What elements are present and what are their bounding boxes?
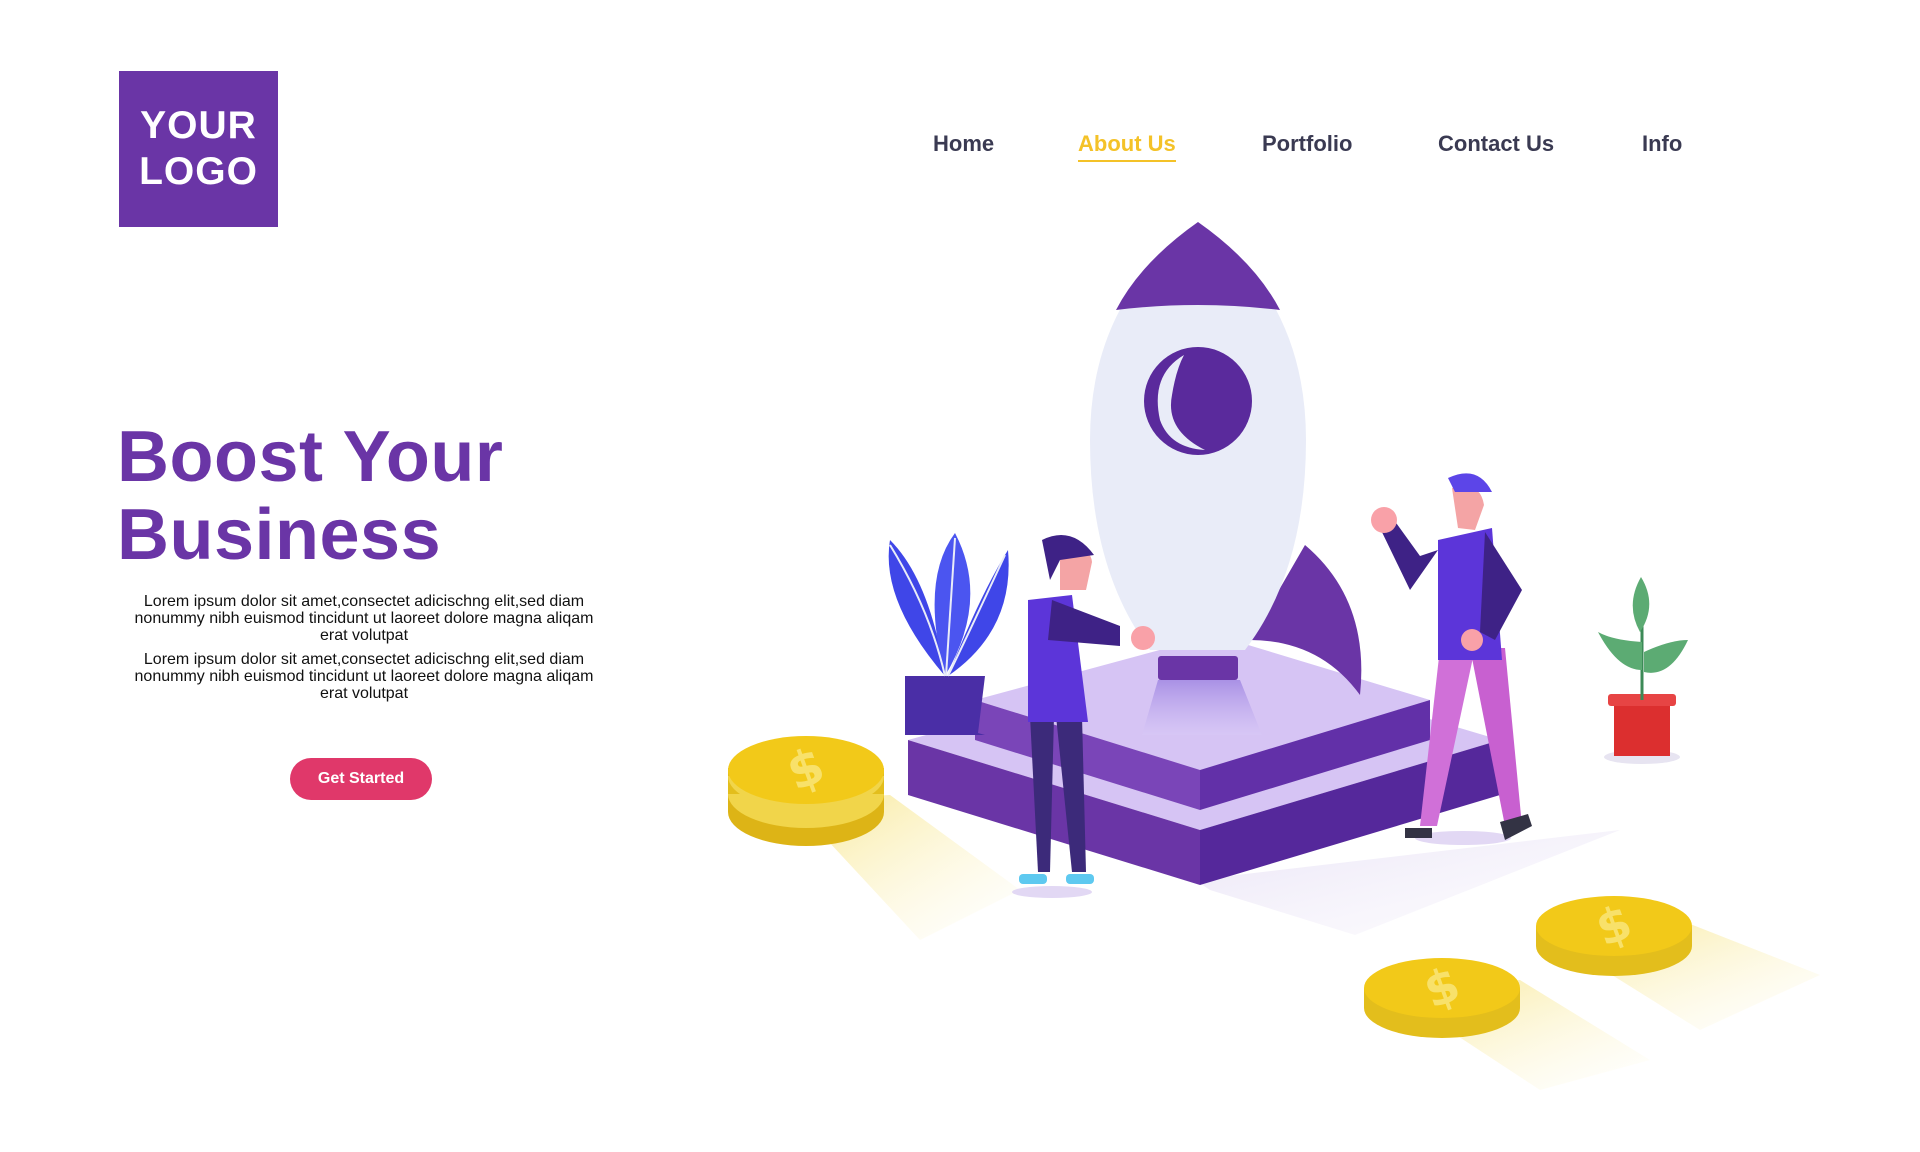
rocket bbox=[1090, 222, 1306, 680]
coin-symbol-left: $ bbox=[779, 736, 832, 802]
nav-item-about-us[interactable]: About Us bbox=[1078, 131, 1176, 162]
coin-stack-left: $ bbox=[728, 736, 884, 846]
potted-plant bbox=[1598, 577, 1688, 764]
nav-item-home[interactable]: Home bbox=[933, 131, 994, 157]
platform-shadow bbox=[1195, 830, 1620, 935]
launch-platform bbox=[908, 635, 1500, 885]
nav-item-info[interactable]: Info bbox=[1642, 131, 1682, 157]
hero-title: Boost Your Business bbox=[117, 418, 617, 574]
hero-title-line-2: Business bbox=[117, 495, 442, 575]
main-nav: Home About Us Portfolio Contact Us Info bbox=[0, 131, 1920, 163]
rocket-fin-right bbox=[1250, 545, 1362, 695]
hero-paragraph-1: Lorem ipsum dolor sit amet,consectet adi… bbox=[134, 593, 594, 644]
rocket-flame bbox=[1142, 680, 1262, 735]
coin-symbol-right-bottom: $ bbox=[1417, 956, 1468, 1020]
coin-symbol-right-top: $ bbox=[1589, 894, 1640, 958]
coin-trails bbox=[790, 795, 1820, 1090]
coin-right-top: $ bbox=[1536, 894, 1692, 976]
nav-item-portfolio[interactable]: Portfolio bbox=[1262, 131, 1352, 157]
rocket-launch-illustration: $ $ $ bbox=[728, 222, 1820, 1090]
person-left bbox=[1012, 535, 1155, 898]
get-started-button[interactable]: Get Started bbox=[290, 758, 432, 800]
landing-page: YOUR LOGO Home About Us Portfolio Contac… bbox=[0, 0, 1920, 1152]
nav-item-contact-us[interactable]: Contact Us bbox=[1438, 131, 1554, 157]
coin-right-bottom: $ bbox=[1364, 956, 1520, 1038]
hero-title-line-1: Boost Your bbox=[117, 417, 504, 497]
blue-plant bbox=[888, 533, 1009, 735]
person-right bbox=[1371, 473, 1532, 845]
hero-paragraph-2: Lorem ipsum dolor sit amet,consectet adi… bbox=[134, 651, 594, 702]
